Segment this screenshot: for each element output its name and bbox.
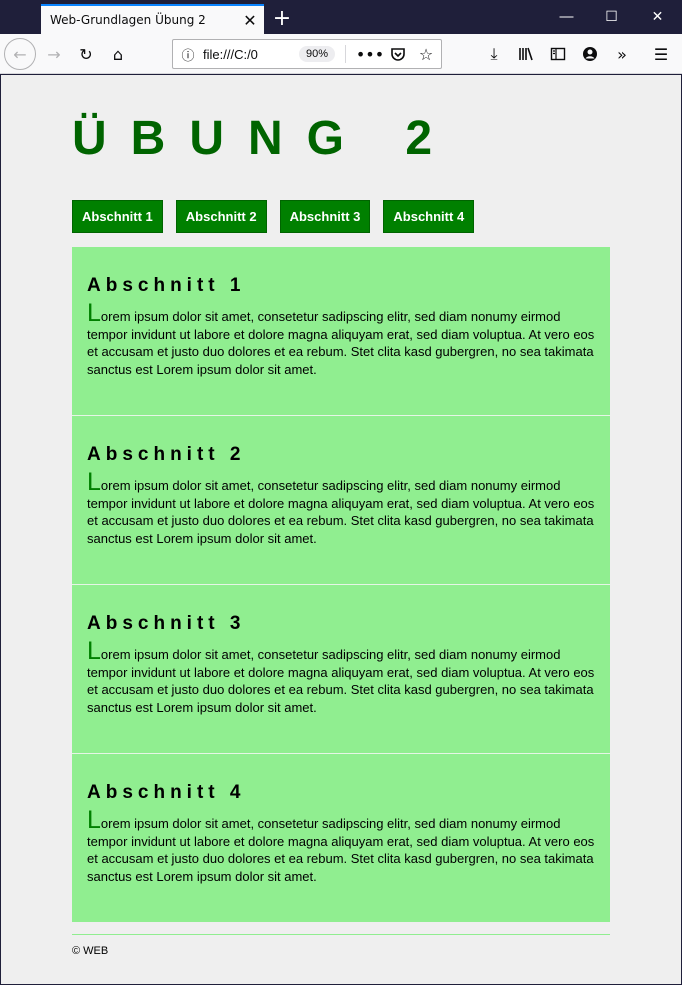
nav-link-abschnitt-3[interactable]: Abschnitt 3: [279, 200, 371, 233]
section-body: orem ipsum dolor sit amet, consetetur sa…: [87, 478, 595, 546]
section-body: orem ipsum dolor sit amet, consetetur sa…: [87, 816, 595, 884]
nav-link-abschnitt-1[interactable]: Abschnitt 1: [72, 200, 163, 233]
section-body: orem ipsum dolor sit amet, consetetur sa…: [87, 309, 595, 377]
tab-active[interactable]: Web-Grundlagen Übung 2 ✕: [41, 4, 264, 34]
section-abschnitt-1: Abschnitt 1 Lorem ipsum dolor sit amet, …: [72, 247, 610, 416]
section-nav: Abschnitt 1 Abschnitt 2 Abschnitt 3 Absc…: [72, 200, 475, 233]
section-text: Lorem ipsum dolor sit amet, consetetur s…: [87, 808, 595, 885]
title-bar: Web-Grundlagen Übung 2 ✕ + ― ☐ ✕: [0, 0, 682, 34]
zoom-indicator[interactable]: 90%: [299, 46, 336, 62]
navigation-toolbar: ← → ↻ ⌂ ⓘ file:///C:/0 90% ••• ☆ ⤓ » ☰: [0, 34, 682, 74]
sections: Abschnitt 1 Lorem ipsum dolor sit amet, …: [72, 247, 610, 922]
section-text: Lorem ipsum dolor sit amet, consetetur s…: [87, 301, 595, 378]
footer-copyright: © WEB: [72, 945, 109, 957]
sidebar-icon[interactable]: [542, 38, 574, 70]
section-abschnitt-2: Abschnitt 2 Lorem ipsum dolor sit amet, …: [72, 416, 610, 585]
info-icon[interactable]: ⓘ: [173, 45, 203, 64]
nav-link-abschnitt-2[interactable]: Abschnitt 2: [175, 200, 267, 233]
chevron-double-right-icon[interactable]: »: [606, 38, 638, 70]
home-icon[interactable]: ⌂: [102, 38, 134, 70]
star-icon[interactable]: ☆: [410, 38, 442, 70]
minimize-icon[interactable]: ―: [544, 0, 589, 34]
library-icon[interactable]: [510, 38, 542, 70]
close-icon[interactable]: ✕: [236, 6, 264, 34]
section-title: Abschnitt 2: [87, 444, 246, 465]
plus-icon[interactable]: +: [266, 4, 298, 32]
section-text: Lorem ipsum dolor sit amet, consetetur s…: [87, 639, 595, 716]
section-body: orem ipsum dolor sit amet, consetetur sa…: [87, 647, 595, 715]
page-viewport: ÜBUNG 2 Abschnitt 1 Abschnitt 2 Abschnit…: [1, 75, 681, 984]
nav-link-abschnitt-4[interactable]: Abschnitt 4: [383, 200, 475, 233]
section-abschnitt-3: Abschnitt 3 Lorem ipsum dolor sit amet, …: [72, 585, 610, 754]
account-icon[interactable]: [574, 38, 606, 70]
section-text: Lorem ipsum dolor sit amet, consetetur s…: [87, 470, 595, 547]
url-text[interactable]: file:///C:/0: [203, 47, 267, 62]
reload-icon[interactable]: ↻: [70, 38, 102, 70]
section-title: Abschnitt 4: [87, 782, 246, 803]
arrow-right-icon[interactable]: →: [38, 38, 70, 70]
hamburger-menu-icon[interactable]: ☰: [645, 38, 677, 70]
dropcap: L: [87, 637, 101, 665]
divider: [345, 45, 347, 63]
maximize-icon[interactable]: ☐: [589, 0, 634, 34]
close-icon[interactable]: ✕: [635, 0, 680, 34]
section-title: Abschnitt 3: [87, 613, 246, 634]
dropcap: L: [87, 468, 101, 496]
page-title: ÜBUNG 2: [72, 112, 457, 165]
tab-title: Web-Grundlagen Übung 2: [50, 13, 206, 27]
footer-divider: [72, 934, 610, 935]
section-abschnitt-4: Abschnitt 4 Lorem ipsum dolor sit amet, …: [72, 754, 610, 922]
section-title: Abschnitt 1: [87, 275, 246, 296]
dropcap: L: [87, 806, 101, 834]
dropcap: L: [87, 299, 101, 327]
arrow-left-icon[interactable]: ←: [4, 38, 36, 70]
download-icon[interactable]: ⤓: [478, 38, 510, 70]
